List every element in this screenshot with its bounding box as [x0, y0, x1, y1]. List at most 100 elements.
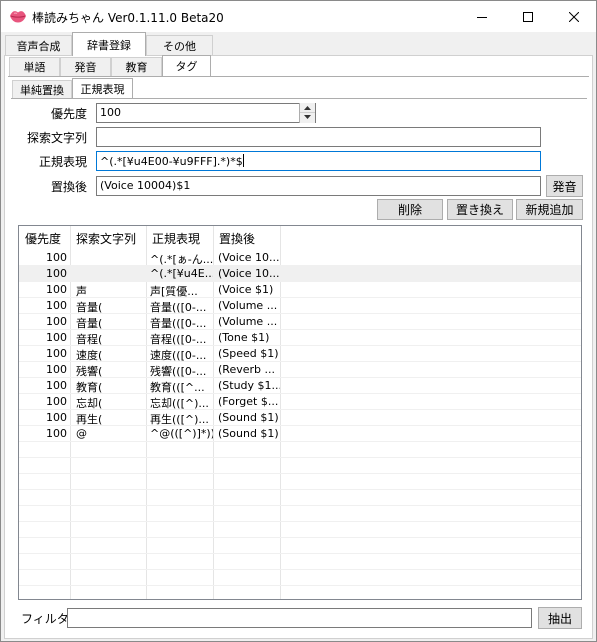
tab-simple-replace[interactable]: 単純置換	[12, 80, 72, 98]
table-cell: 音量(([0-...	[150, 301, 207, 314]
table-cell: (Voice $1)	[218, 283, 274, 296]
table-cell: (Volume ...	[218, 315, 278, 328]
table-row[interactable]: 100 音量(音量(([0-... (Volume ...	[19, 298, 581, 314]
tab-voice-synthesis[interactable]: 音声合成	[5, 35, 72, 56]
table-cell: 再生(	[76, 413, 103, 426]
table-cell: 速度(([0-...	[150, 349, 207, 362]
speak-button[interactable]: 発音	[546, 175, 583, 197]
table-cell: 100	[46, 379, 67, 392]
table-row[interactable]: 100 ^(.*[ぁ-ん... (Voice 10...	[19, 250, 581, 266]
priority-spin-buttons[interactable]	[299, 103, 315, 123]
row-gridline	[19, 521, 581, 522]
table-cell: 再生(([^)...	[150, 413, 209, 426]
spin-up-icon[interactable]	[300, 103, 315, 112]
regex-input[interactable]: ^(.*[¥u4E00-¥u9FFF].*)*$	[96, 151, 541, 171]
table-row[interactable]: 100 忘却( 忘却(([^)... (Forget $...	[19, 394, 581, 410]
table-cell: 忘却(([^)...	[150, 397, 209, 410]
tab-tag[interactable]: タグ	[162, 55, 211, 76]
close-button[interactable]	[551, 1, 596, 32]
table-cell: 100	[46, 283, 67, 296]
table-row[interactable]: 100 音量(音量(([0-... (Volume ...	[19, 314, 581, 330]
delete-button[interactable]: 削除	[377, 199, 443, 220]
table-row[interactable]: 100 声 声[質優... (Voice $1)	[19, 282, 581, 298]
column-header-search[interactable]: 探索文字列	[70, 226, 146, 250]
replacement-input[interactable]: (Voice 10004)$1	[96, 176, 541, 196]
table-cell: 残響(([0-...	[150, 365, 207, 378]
minimize-icon	[476, 16, 487, 18]
spin-down-icon[interactable]	[300, 112, 315, 121]
table-row[interactable]: 100 ^(.*[¥u4E... (Voice 10...	[19, 266, 581, 282]
table-cell: 教育(	[76, 381, 103, 394]
table-cell: (Forget $...	[218, 395, 279, 408]
table-cell: 100	[46, 395, 67, 408]
extract-button[interactable]: 抽出	[538, 607, 582, 629]
tab-regex[interactable]: 正規表現	[72, 78, 133, 98]
table-cell: 100	[46, 315, 67, 328]
column-header-regex[interactable]: 正規表現	[146, 226, 213, 250]
filter-label: フィルタ	[21, 612, 69, 626]
table-cell: 教育(([^...	[150, 381, 205, 394]
search-string-input[interactable]	[96, 127, 541, 147]
column-header-priority[interactable]: 優先度	[19, 226, 70, 250]
table-cell: 音程(([0-...	[150, 333, 207, 346]
filter-input[interactable]	[67, 608, 532, 628]
table-row[interactable]: 100 速度(速度(([0-... (Speed $1)	[19, 346, 581, 362]
table-cell: @	[76, 427, 87, 440]
table-cell: 音量(	[76, 301, 103, 314]
table-cell: (Reverb ...	[218, 363, 275, 376]
minimize-button[interactable]	[459, 1, 504, 32]
row-gridline	[19, 457, 581, 458]
replacement-label: 置換後	[50, 180, 87, 194]
title-bar[interactable]: 棒読みちゃん Ver0.1.11.0 Beta20	[1, 1, 596, 32]
text-caret	[242, 154, 244, 167]
table-cell: (Voice 10...	[218, 267, 280, 280]
table-cell: 音量(	[76, 317, 103, 330]
table-cell: 音程(	[76, 333, 103, 346]
row-gridline	[19, 537, 581, 538]
priority-label: 優先度	[50, 107, 87, 121]
table-row[interactable]: 100 @ ^@(([^)]*)) (Sound $1)	[19, 426, 581, 442]
row-gridline	[19, 505, 581, 506]
table-cell: 忘却(	[76, 397, 103, 410]
table-cell: ^@(([^)]*))	[150, 427, 213, 440]
table-cell: (Sound $1)	[218, 427, 279, 440]
regex-list[interactable]: 優先度 探索文字列 正規表現 置換後 100 ^(.*[ぁ-ん... (Voice …	[18, 225, 582, 600]
table-cell: (Speed $1)	[218, 347, 279, 360]
table-cell: 100	[46, 411, 67, 424]
maximize-button[interactable]	[505, 1, 550, 32]
priority-stepper[interactable]: 100	[96, 103, 316, 123]
tab-word[interactable]: 単語	[9, 57, 60, 76]
table-cell: ^(.*[ぁ-ん...	[150, 253, 213, 266]
table-cell: 100	[46, 299, 67, 312]
replace-button[interactable]: 置き換え	[447, 199, 513, 220]
tab-education[interactable]: 教育	[111, 57, 162, 76]
maximize-icon	[522, 11, 533, 22]
row-gridline	[19, 489, 581, 490]
table-row[interactable]: 100 音程(音程(([0-... (Tone $1)	[19, 330, 581, 346]
table-cell: (Tone $1)	[218, 331, 270, 344]
tab-other[interactable]: その他	[146, 35, 213, 56]
table-cell: 100	[46, 251, 67, 264]
add-new-button[interactable]: 新規追加	[516, 199, 583, 220]
main-window: 棒読みちゃん Ver0.1.11.0 Beta20 音声合成 辞書登録 その他 …	[0, 0, 597, 642]
regex-label: 正規表現	[38, 155, 87, 169]
tag-tab-divider	[11, 98, 587, 99]
lips-icon	[10, 11, 26, 23]
table-row[interactable]: 100 再生( 再生(([^)... (Sound $1)	[19, 410, 581, 426]
table-cell: 声	[76, 285, 87, 298]
regex-value: ^(.*[¥u4E00-¥u9FFF].*)*$	[100, 155, 243, 168]
table-cell: (Sound $1)	[218, 411, 279, 424]
table-cell: 残響(	[76, 365, 103, 378]
table-row[interactable]: 100 教育(教育(([^... (Study $1...	[19, 378, 581, 394]
column-header-replacement[interactable]: 置換後	[213, 226, 280, 250]
sub-tab-divider	[8, 76, 589, 77]
table-cell: 100	[46, 363, 67, 376]
tab-pronunciation[interactable]: 発音	[60, 57, 111, 76]
table-cell: ^(.*[¥u4E...	[150, 267, 213, 280]
tab-dictionary[interactable]: 辞書登録	[72, 32, 146, 56]
table-cell: 速度(	[76, 349, 103, 362]
search-string-label: 探索文字列	[26, 131, 87, 145]
table-row[interactable]: 100 残響( 残響(([0-... (Reverb ...	[19, 362, 581, 378]
row-gridline	[19, 569, 581, 570]
row-gridline	[19, 585, 581, 586]
